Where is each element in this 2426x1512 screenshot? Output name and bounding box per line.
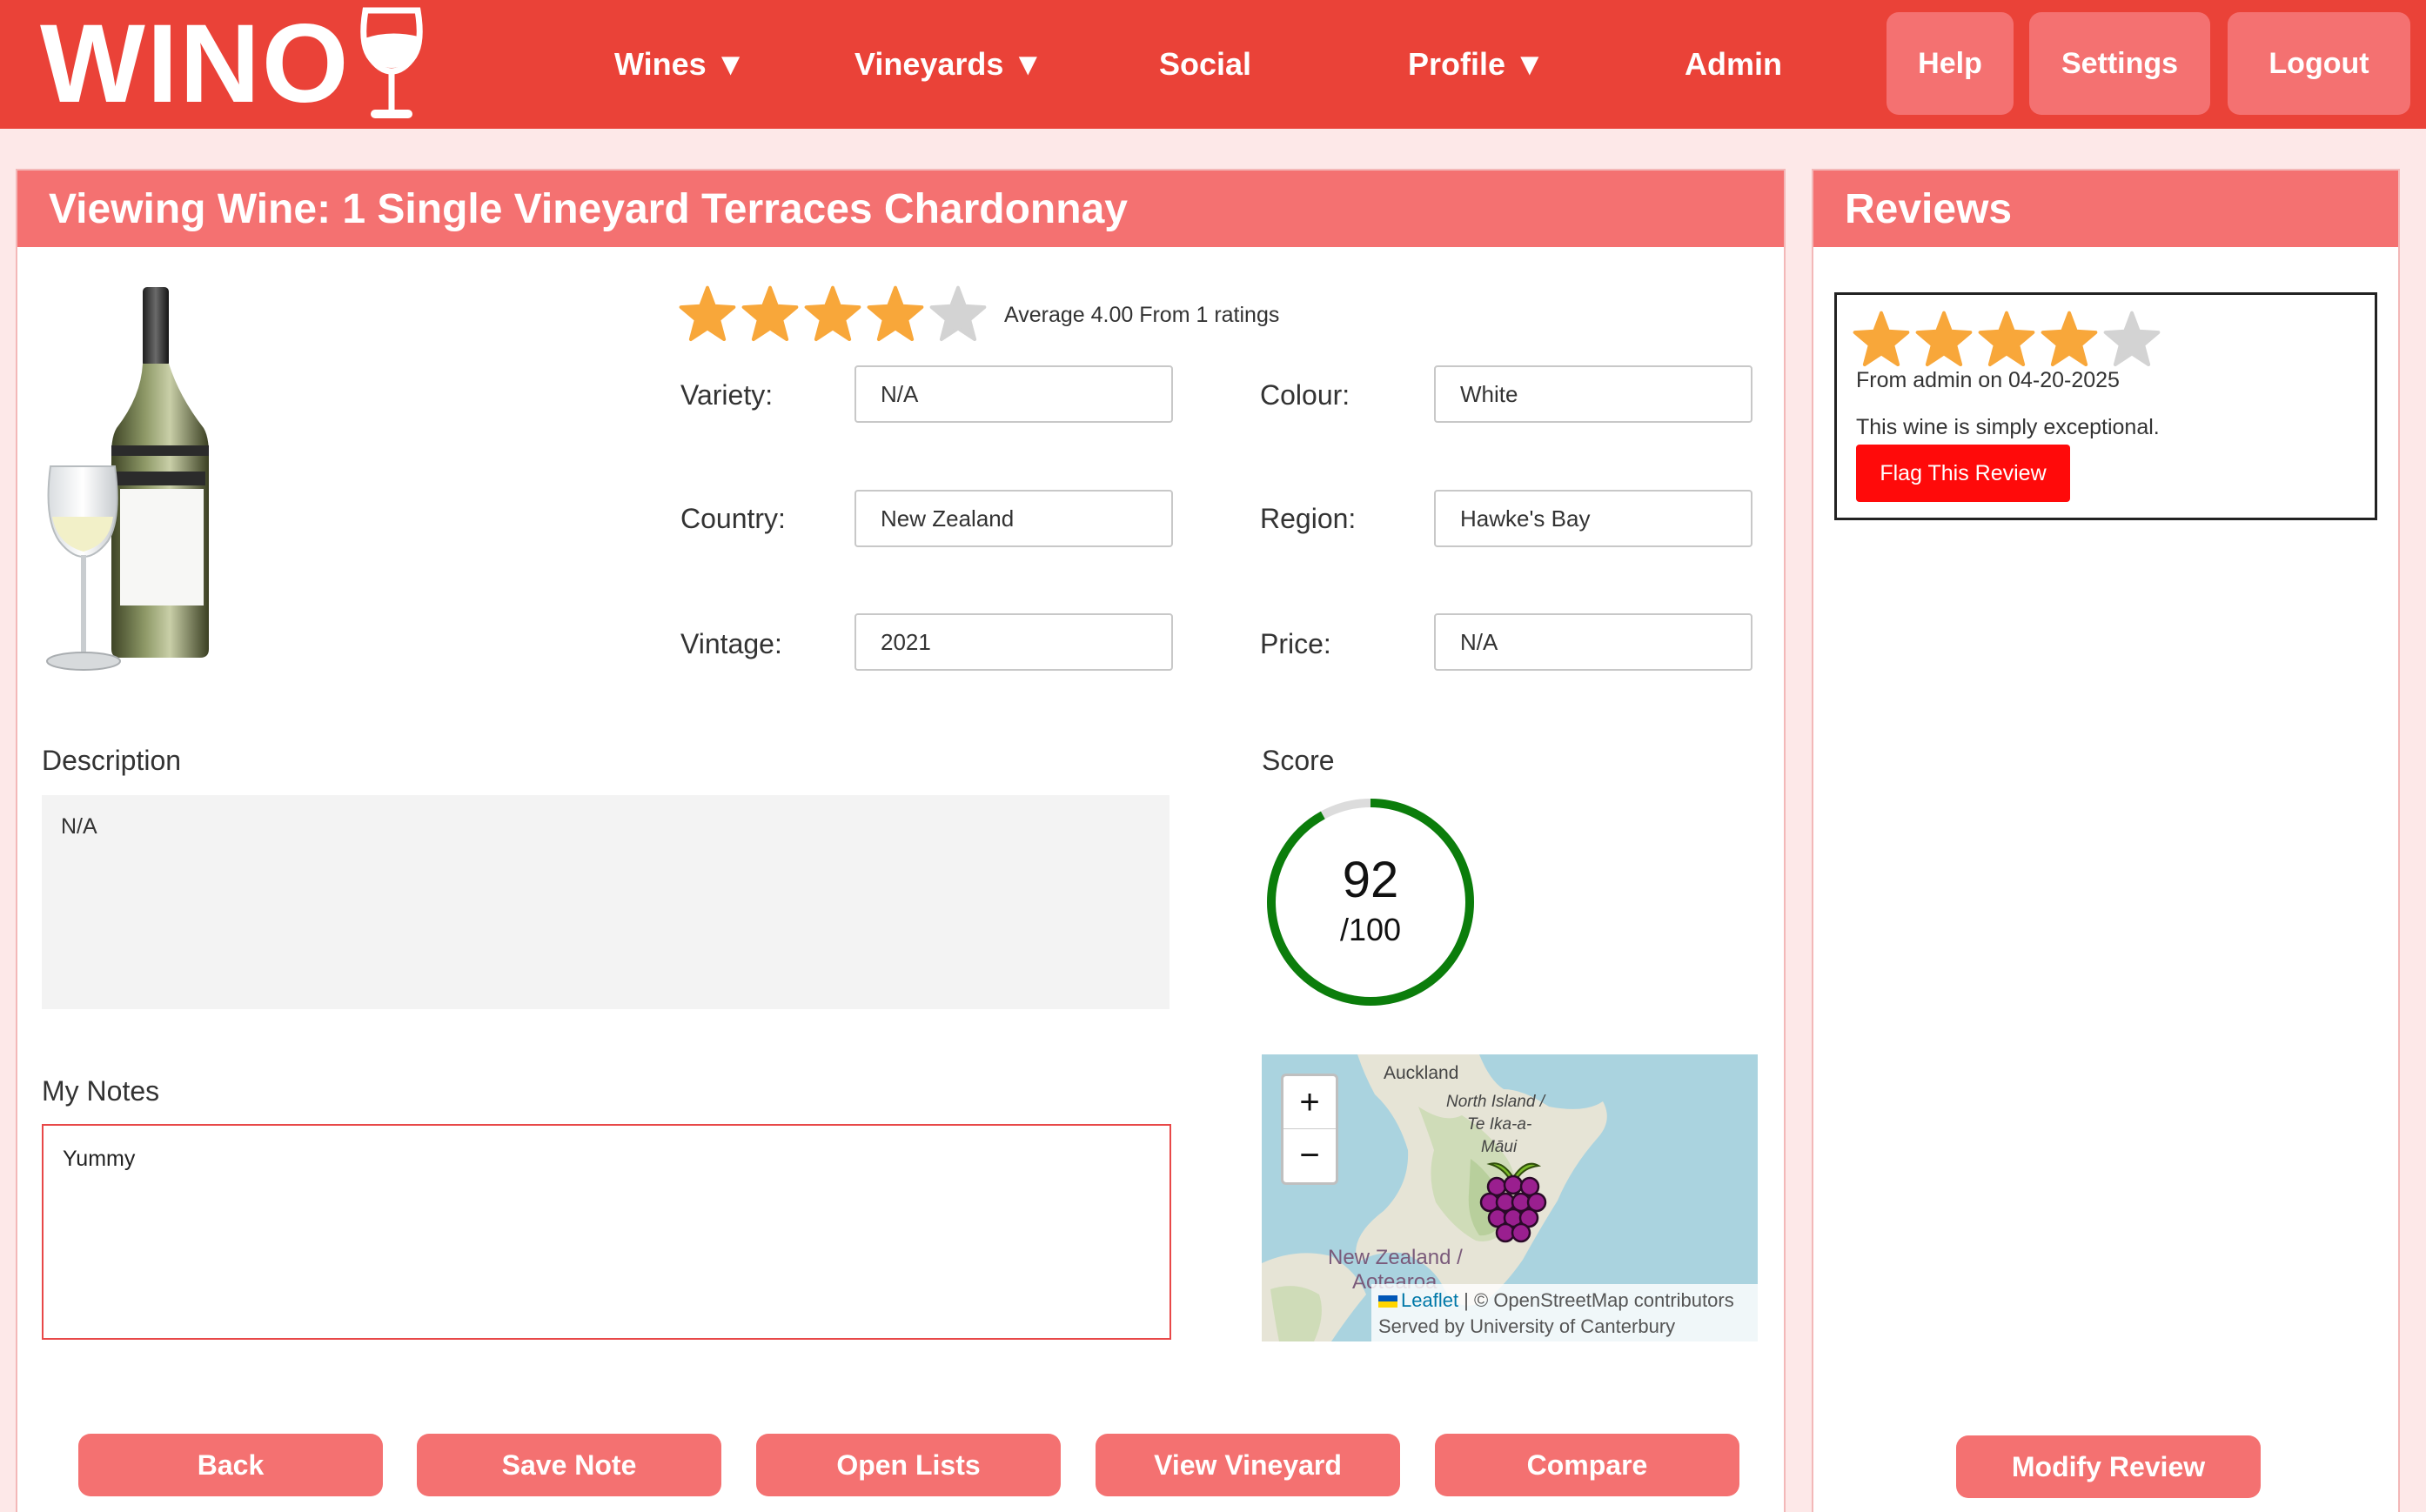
- view-vineyard-button[interactable]: View Vineyard: [1096, 1434, 1400, 1496]
- review-card: From admin on 04-20-2025 This wine is si…: [1834, 292, 2377, 520]
- country-field: New Zealand: [854, 490, 1173, 547]
- colour-label: Colour:: [1260, 379, 1350, 411]
- compare-button[interactable]: Compare: [1435, 1434, 1739, 1496]
- map-zoom-out-button[interactable]: −: [1283, 1129, 1336, 1182]
- wine-glass-logo-icon: [360, 7, 424, 118]
- save-note-button[interactable]: Save Note: [417, 1434, 721, 1496]
- nav-social-link[interactable]: Social: [1159, 0, 1251, 129]
- star-filled-icon: [867, 285, 924, 342]
- wine-bottle-image: [46, 287, 209, 671]
- price-label: Price:: [1260, 628, 1331, 659]
- map-zoom-in-button[interactable]: +: [1283, 1076, 1336, 1129]
- score-label: Score: [1262, 745, 1335, 776]
- settings-button[interactable]: Settings: [2029, 12, 2210, 115]
- ukraine-flag-icon: [1378, 1295, 1397, 1308]
- star-filled-icon: [1853, 311, 1910, 367]
- wino-logo[interactable]: WINO: [40, 0, 428, 129]
- variety-field: N/A: [854, 365, 1173, 423]
- region-field: Hawke's Bay: [1434, 490, 1752, 547]
- star-filled-icon: [741, 285, 799, 342]
- map-label-new-zealand-line1: New Zealand /: [1328, 1246, 1463, 1269]
- star-filled-icon: [804, 285, 861, 342]
- logo-text: WINO: [40, 2, 351, 126]
- price-field: N/A: [1434, 613, 1752, 671]
- star-filled-icon: [1915, 311, 1973, 367]
- nav-vineyards-dropdown[interactable]: Vineyards ▼: [854, 0, 1043, 129]
- leaflet-link[interactable]: Leaflet: [1401, 1289, 1458, 1311]
- flag-review-button[interactable]: Flag This Review: [1856, 445, 2070, 502]
- star-filled-icon: [1978, 311, 2035, 367]
- reviews-title: Reviews: [1813, 171, 2398, 247]
- colour-field: White: [1434, 365, 1752, 423]
- map-label-auckland: Auckland: [1384, 1063, 1459, 1083]
- served-by-text: Served by University of Canterbury: [1378, 1315, 1676, 1337]
- logout-button[interactable]: Logout: [2228, 12, 2410, 115]
- nav-wines-dropdown[interactable]: Wines ▼: [614, 0, 746, 129]
- grape-map-marker-icon[interactable]: [1479, 1157, 1547, 1248]
- score-value: 92: [1342, 852, 1399, 908]
- region-label: Region:: [1260, 503, 1357, 534]
- top-navbar: WINO Wines ▼ Vineyards ▼ Social Profile …: [0, 0, 2426, 129]
- map-zoom-control: + −: [1281, 1074, 1338, 1185]
- modify-review-button[interactable]: Modify Review: [1956, 1435, 2261, 1498]
- star-filled-icon: [679, 285, 736, 342]
- wine-title: Viewing Wine: 1 Single Vineyard Terraces…: [17, 171, 1784, 247]
- map-label-north-island-line1: North Island /: [1446, 1093, 1545, 1111]
- nav-profile-dropdown[interactable]: Profile ▼: [1408, 0, 1545, 129]
- description-box: N/A: [42, 795, 1169, 1009]
- help-button[interactable]: Help: [1887, 12, 2014, 115]
- map-label-north-island-line2: Te Ika-a-: [1467, 1115, 1532, 1134]
- osm-attribution-text: | © OpenStreetMap contributors: [1458, 1289, 1734, 1311]
- star-filled-icon: [2041, 311, 2098, 367]
- vintage-field: 2021: [854, 613, 1173, 671]
- nav-admin-link[interactable]: Admin: [1685, 0, 1782, 129]
- review-text: This wine is simply exceptional.: [1856, 415, 2160, 439]
- review-meta: From admin on 04-20-2025: [1856, 368, 2120, 392]
- map-label-north-island-line3: Māui: [1481, 1138, 1518, 1156]
- star-empty-icon: [2103, 311, 2161, 367]
- description-label: Description: [42, 745, 182, 776]
- back-button[interactable]: Back: [78, 1434, 383, 1496]
- my-notes-textarea[interactable]: Yummy: [42, 1124, 1171, 1340]
- map-attribution: Leaflet | © OpenStreetMap contributors S…: [1371, 1284, 1758, 1341]
- variety-label: Variety:: [680, 379, 774, 411]
- average-rating-text: Average 4.00 From 1 ratings: [1004, 303, 1280, 327]
- score-max: /100: [1339, 912, 1402, 947]
- star-empty-icon: [929, 285, 987, 342]
- open-lists-button[interactable]: Open Lists: [756, 1434, 1061, 1496]
- my-notes-label: My Notes: [42, 1075, 160, 1107]
- country-label: Country:: [680, 503, 786, 534]
- vintage-label: Vintage:: [680, 628, 782, 659]
- vineyard-map[interactable]: Auckland North Island / Te Ika-a- Māui N…: [1262, 1054, 1758, 1341]
